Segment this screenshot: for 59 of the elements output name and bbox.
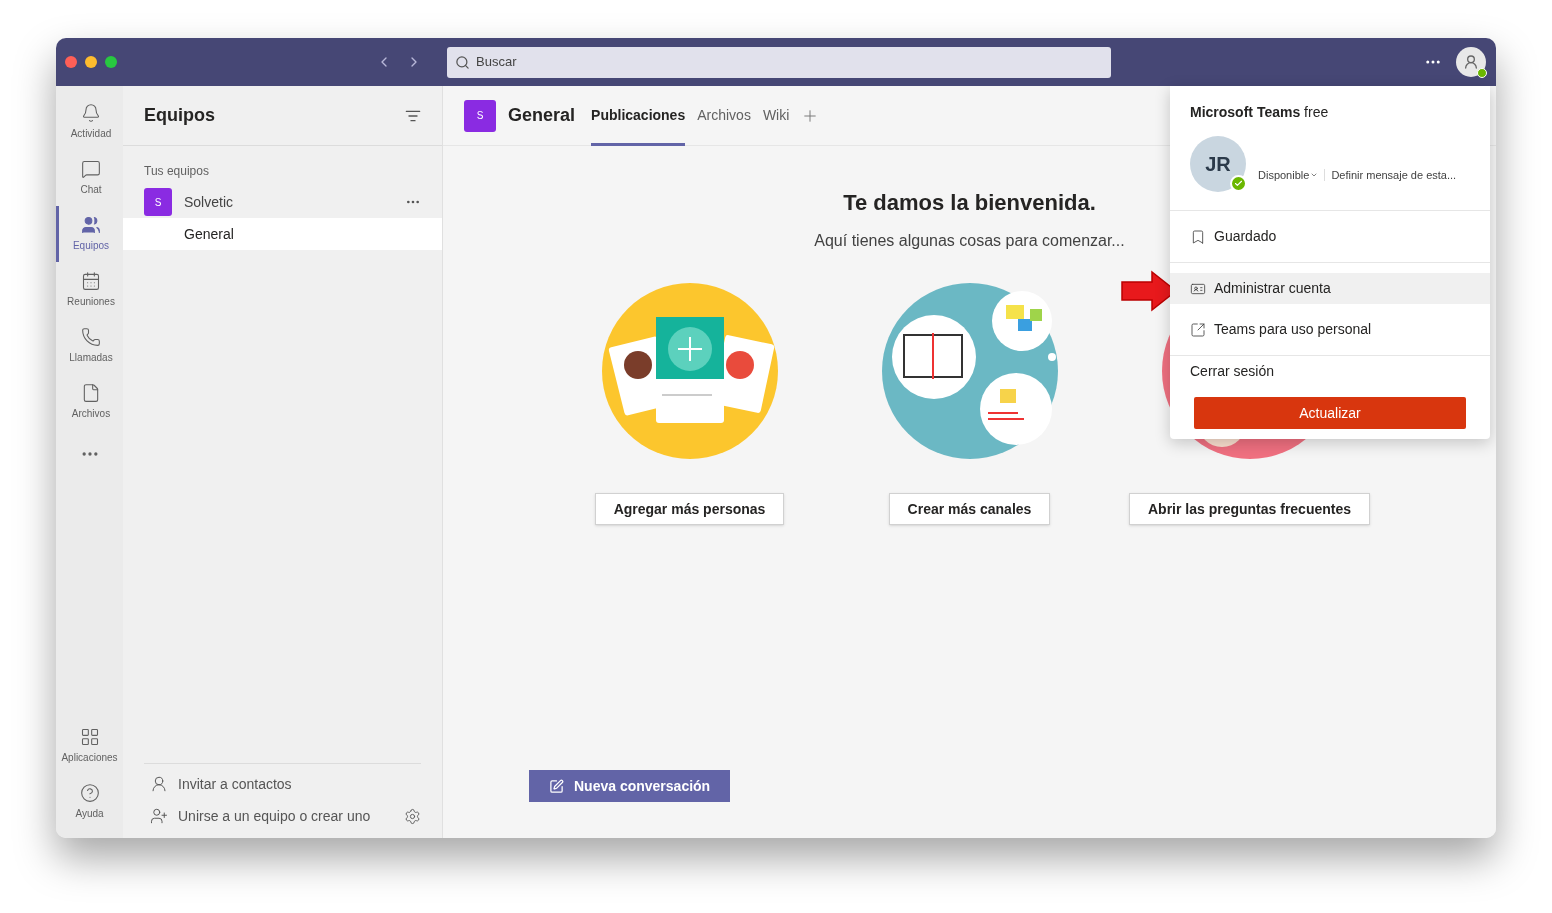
chat-bubble-icon <box>81 159 101 179</box>
apps-grid-icon <box>79 727 100 747</box>
compose-icon <box>549 778 564 794</box>
people-icon <box>81 215 101 235</box>
menu-item[interactable]: Administrar cuenta <box>1170 273 1490 304</box>
check-icon <box>1234 179 1243 188</box>
channel-tab[interactable]: Publicaciones <box>591 85 686 146</box>
chevron-down-icon <box>1310 171 1319 179</box>
action-button[interactable]: Agregar más personas <box>594 493 785 525</box>
menu-item[interactable]: Cerrar sesión <box>1170 356 1490 387</box>
menu-item[interactable]: Teams para uso personal <box>1170 314 1490 345</box>
upgrade-button[interactable]: Actualizar <box>1194 397 1466 429</box>
team-item[interactable]: S Solvetic <box>123 186 442 218</box>
person-icon <box>1463 54 1479 70</box>
bell-icon <box>81 103 101 123</box>
footer-link[interactable]: Invitar a contactos <box>178 773 292 795</box>
close-window-icon[interactable] <box>65 56 77 68</box>
profile-avatar[interactable] <box>1456 47 1486 77</box>
calendar-icon <box>81 271 101 291</box>
action-button[interactable]: Crear más canales <box>888 493 1051 525</box>
team-name: Solvetic <box>184 192 235 212</box>
minimize-window-icon[interactable] <box>85 56 97 68</box>
rail-item[interactable]: Actividad <box>56 94 123 150</box>
welcome-title: Te damos la bienvenida. <box>843 189 1096 217</box>
maximize-window-icon[interactable] <box>105 56 117 68</box>
rail-item[interactable]: Reuniones <box>56 262 123 318</box>
new-conversation-button[interactable]: Nueva conversación <box>529 770 731 802</box>
search-field[interactable]: Buscar <box>447 46 1111 78</box>
search-icon <box>455 54 470 70</box>
rail-item[interactable]: Archivos <box>56 374 123 430</box>
external-link-icon <box>1190 321 1206 338</box>
product-name: Microsoft Teams free <box>1190 104 1329 120</box>
avatar-initials: JR <box>1205 152 1231 177</box>
panel-title: Equipos <box>144 104 215 127</box>
menu-item[interactable]: Guardado <box>1170 221 1490 252</box>
settings-icon[interactable] <box>404 807 421 825</box>
rail-item[interactable]: Ayuda <box>56 774 123 830</box>
file-icon <box>81 383 101 403</box>
invite-person-icon <box>150 775 168 793</box>
rail-item[interactable]: Aplicaciones <box>56 718 123 774</box>
channel-avatar: S <box>464 99 496 132</box>
status-dropdown[interactable]: Disponible <box>1258 166 1319 184</box>
search-input[interactable]: Buscar <box>476 52 1103 72</box>
channel-item[interactable]: General <box>123 218 442 250</box>
bookmark-icon <box>1190 228 1206 245</box>
welcome-subtitle: Aquí tienes algunas cosas para comenzar... <box>814 231 1125 251</box>
rail-item[interactable]: Chat <box>56 150 123 206</box>
add-people-icon <box>150 807 168 825</box>
team-avatar: S <box>144 188 172 216</box>
status-message-link[interactable]: Definir mensaje de esta... <box>1331 166 1457 184</box>
help-icon <box>79 783 100 803</box>
action-button[interactable]: Abrir las preguntas frecuentes <box>1128 493 1371 525</box>
phone-icon <box>81 327 101 347</box>
channel-tab[interactable]: Archivos <box>697 85 751 146</box>
rail-item[interactable]: Llamadas <box>56 318 123 374</box>
section-label: Tus equipos <box>143 163 210 180</box>
footer-link[interactable]: Unirse a un equipo o crear uno <box>178 805 371 827</box>
channel-tab[interactable]: Wiki <box>762 85 790 146</box>
channel-title: General <box>508 104 576 127</box>
